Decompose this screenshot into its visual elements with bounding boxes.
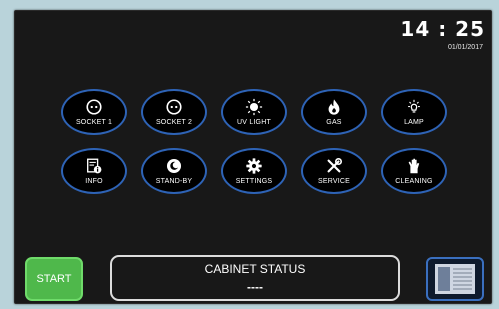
socket-1-label: SOCKET 1 xyxy=(75,119,113,126)
standby-icon xyxy=(166,158,182,174)
info-icon xyxy=(87,158,102,174)
function-row-1: SOCKET 1 SOCKET 2 UV LIGHT GAS LAMP xyxy=(61,89,461,135)
cabinet-status-panel: CABINET STATUS ---- xyxy=(110,255,400,301)
lamp-button[interactable]: LAMP xyxy=(381,89,447,135)
device-frame: 14 : 25 01/01/2017 SOCKET 1 SOCKET 2 UV … xyxy=(0,0,499,309)
document-preview-icon xyxy=(435,264,475,294)
gas-button[interactable]: GAS xyxy=(301,89,367,135)
cabinet-status-title: CABINET STATUS xyxy=(204,262,306,276)
settings-button[interactable]: SETTINGS xyxy=(221,148,287,194)
cleaning-button[interactable]: CLEANING xyxy=(381,148,447,194)
touchscreen: 14 : 25 01/01/2017 SOCKET 1 SOCKET 2 UV … xyxy=(14,10,492,304)
cabinet-status-value: ---- xyxy=(247,280,263,294)
function-row-2: INFO STAND-BY SETTINGS SERVICE CLEANING xyxy=(61,148,461,194)
start-button[interactable]: START xyxy=(25,257,83,301)
uv-light-button[interactable]: UV LIGHT xyxy=(221,89,287,135)
socket-icon xyxy=(86,99,102,115)
gear-icon xyxy=(246,158,262,174)
screen-preview-button[interactable] xyxy=(426,257,484,301)
service-label: SERVICE xyxy=(317,178,350,185)
service-button[interactable]: SERVICE xyxy=(301,148,367,194)
info-label: INFO xyxy=(85,178,103,185)
clock-date: 01/01/2017 xyxy=(447,44,483,51)
flame-icon xyxy=(328,99,340,115)
info-button[interactable]: INFO xyxy=(61,148,127,194)
settings-label: SETTINGS xyxy=(235,178,273,185)
stand-by-label: STAND-BY xyxy=(155,178,193,185)
lamp-label: LAMP xyxy=(404,119,424,126)
socket-1-button[interactable]: SOCKET 1 xyxy=(61,89,127,135)
lamp-icon xyxy=(408,99,420,113)
socket-2-label: SOCKET 2 xyxy=(155,119,193,126)
clock-time: 14 : 25 xyxy=(400,17,485,41)
uv-light-label: UV LIGHT xyxy=(237,119,271,126)
function-grid: SOCKET 1 SOCKET 2 UV LIGHT GAS LAMP INFO… xyxy=(61,89,461,207)
gas-label: GAS xyxy=(326,119,342,126)
socket-icon xyxy=(166,99,182,115)
socket-2-button[interactable]: SOCKET 2 xyxy=(141,89,207,135)
glove-icon xyxy=(408,158,420,174)
tools-icon xyxy=(327,157,343,173)
uv-light-icon xyxy=(245,98,263,116)
stand-by-button[interactable]: STAND-BY xyxy=(141,148,207,194)
cleaning-label: CLEANING xyxy=(395,178,433,185)
